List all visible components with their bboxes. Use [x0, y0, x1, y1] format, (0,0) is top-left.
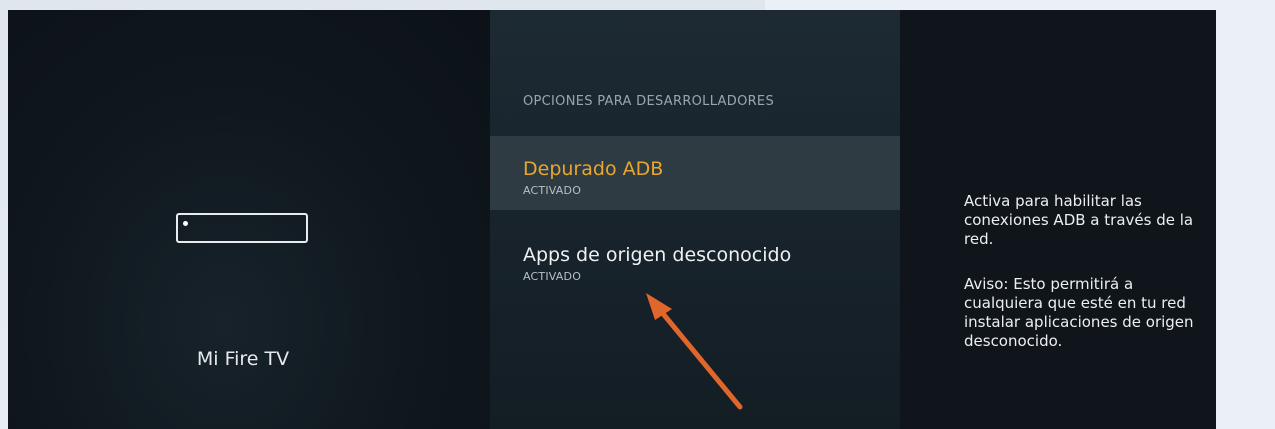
menu-item-status: ACTIVADO: [523, 270, 582, 283]
fire-tv-device-icon: [176, 213, 308, 243]
description-panel: Activa para habilitar las conexiones ADB…: [900, 10, 1216, 429]
description-text: Activa para habilitar las conexiones ADB…: [964, 192, 1194, 248]
screenshot-page: Mi Fire TV OPCIONES PARA DESARROLLADORES…: [0, 0, 1275, 429]
developer-options-menu: OPCIONES PARA DESARROLLADORES Depurado A…: [490, 10, 900, 429]
menu-item-label: Apps de origen desconocido: [523, 244, 792, 266]
menu-item-label: Depurado ADB: [523, 158, 664, 180]
device-panel: Mi Fire TV: [8, 10, 490, 429]
menu-item-unknown-sources[interactable]: Apps de origen desconocido ACTIVADO: [490, 222, 900, 296]
tv-screen: Mi Fire TV OPCIONES PARA DESARROLLADORES…: [8, 10, 1216, 429]
section-title: OPCIONES PARA DESARROLLADORES: [523, 94, 774, 109]
device-name: Mi Fire TV: [196, 348, 290, 370]
menu-item-adb-debugging[interactable]: Depurado ADB ACTIVADO: [490, 136, 900, 210]
menu-item-status: ACTIVADO: [523, 184, 582, 197]
warning-text: Aviso: Esto permitirá a cualquiera que e…: [964, 275, 1194, 350]
device-indicator-dot: [183, 221, 188, 226]
